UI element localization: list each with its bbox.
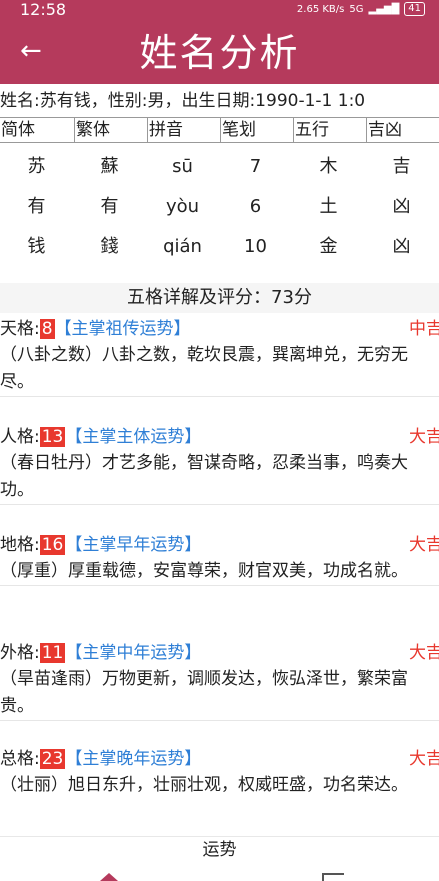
- status-bar: 12:58 2.65 KB/s 5G ▂▄▆█ 41: [0, 0, 439, 22]
- wuge-label: 人格:: [0, 427, 40, 447]
- wuge-waige: 外格: 11 【主掌中年运势】 大吉 （旱苗逢雨）万物更新，调顺发达，恢弘泽世，繁荣富…: [0, 640, 439, 721]
- status-icons: 2.65 KB/s 5G ▂▄▆█ 41: [297, 2, 425, 16]
- bottom-tab-bar: 运势: [0, 836, 439, 881]
- wuge-dige: 地格: 16 【主掌早年运势】 大吉 （厚重）厚重载德，安富尊荣，财官双美，功成名就。: [0, 532, 439, 586]
- table-header: 简体 繁体 拼音 笔划 五行 吉凶: [0, 117, 439, 143]
- cell: 吉: [392, 156, 411, 177]
- wuge-number: 8: [39, 319, 55, 339]
- net-speed: 2.65 KB/s: [296, 3, 345, 15]
- wuge-desc: （厚重）厚重载德，安富尊荣，财官双美，功成名就。: [0, 561, 408, 581]
- page-title: 姓名分析: [139, 31, 300, 75]
- cell: 钱: [27, 236, 46, 257]
- battery-icon: 41: [404, 2, 425, 16]
- wuge-luck: 大吉: [409, 427, 439, 447]
- wuge-label: 总格:: [0, 749, 40, 769]
- wuge-zongge: 总格: 23 【主掌晚年运势】 大吉 （壮丽）旭日东升，壮丽壮观，权威旺盛，功名荣达。: [0, 746, 439, 799]
- wuge-rule: 【主掌晚年运势】: [65, 749, 202, 769]
- cell: 有: [27, 196, 46, 217]
- table-row: 有 有 yòu 6 土 凶: [0, 183, 439, 223]
- cell: 苏: [27, 156, 46, 177]
- wuge-number: 23: [39, 749, 66, 769]
- cell: 錢: [100, 236, 119, 257]
- col-jianti: 简体: [1, 120, 35, 140]
- cell: 土: [319, 196, 338, 217]
- status-time: 12:58: [20, 0, 67, 19]
- col-jixiong: 吉凶: [366, 118, 439, 142]
- table-row: 苏 蘇 sū 7 木 吉: [0, 143, 439, 183]
- cell: 凶: [392, 196, 411, 217]
- wuge-desc: （壮丽）旭日东升，壮丽壮观，权威旺盛，功名荣达。: [0, 775, 408, 795]
- cell: yòu: [165, 196, 200, 217]
- score-title: 五格详解及评分：73分: [0, 283, 439, 313]
- wuge-renge: 人格: 13 【主掌主体运势】 大吉 （春日牡丹）才艺多能，智谋奇略，忍柔当事，鸣奏大…: [0, 424, 439, 505]
- wuge-rule: 【主掌主体运势】: [65, 427, 202, 447]
- wuge-luck: 大吉: [409, 643, 439, 663]
- col-wuxing: 五行: [293, 118, 366, 142]
- wuge-rule: 【主掌祖传运势】: [54, 319, 191, 339]
- cell: 木: [319, 156, 338, 177]
- cell: 7: [249, 156, 262, 177]
- cell: sū: [172, 156, 193, 177]
- cell: 有: [100, 196, 119, 217]
- col-pinyin: 拼音: [147, 118, 220, 142]
- wuge-luck: 大吉: [409, 749, 439, 769]
- col-fanti: 繁体: [74, 118, 147, 142]
- wuge-number: 11: [39, 643, 66, 663]
- wuge-label: 天格:: [0, 319, 40, 339]
- wuge-tiange: 天格: 8 【主掌祖传运势】 中吉 （八卦之数）八卦之数，乾坎艮震，巽离坤兑，无穷无尽…: [0, 316, 439, 397]
- signal-icon: ▂▄▆█: [368, 3, 400, 15]
- network-type: 5G: [349, 3, 364, 15]
- wuge-number: 13: [39, 427, 66, 447]
- app-bar: ← 姓名分析: [0, 22, 439, 84]
- wuge-desc: （八卦之数）八卦之数，乾坎艮震，巽离坤兑，无穷无尽。: [0, 345, 408, 392]
- cell: 10: [244, 236, 267, 257]
- wuge-label: 外格:: [0, 643, 40, 663]
- fortune-label[interactable]: 运势: [0, 837, 439, 863]
- name-info: 姓名:苏有钱，性别:男，出生日期:1990-1-1 1:0: [0, 91, 366, 111]
- char-table: 苏 蘇 sū 7 木 吉 有 有 yòu 6 土 凶 钱 錢 qián 10 金…: [0, 143, 439, 263]
- cell: 6: [249, 196, 262, 217]
- wuge-luck: 大吉: [409, 535, 439, 555]
- wuge-rule: 【主掌早年运势】: [65, 535, 202, 555]
- wuge-desc: （春日牡丹）才艺多能，智谋奇略，忍柔当事，鸣奏大功。: [0, 453, 408, 500]
- cell: 金: [319, 236, 338, 257]
- cell: qián: [163, 236, 202, 257]
- wuge-luck: 中吉: [409, 319, 439, 339]
- wuge-label: 地格:: [0, 535, 40, 555]
- col-bihua: 笔划: [220, 118, 293, 142]
- cell: 凶: [392, 236, 411, 257]
- wuge-rule: 【主掌中年运势】: [65, 643, 202, 663]
- cell: 蘇: [100, 156, 119, 177]
- wuge-desc: （旱苗逢雨）万物更新，调顺发达，恢弘泽世，繁荣富贵。: [0, 669, 408, 716]
- wuge-number: 16: [39, 535, 66, 555]
- table-row: 钱 錢 qián 10 金 凶: [0, 223, 439, 263]
